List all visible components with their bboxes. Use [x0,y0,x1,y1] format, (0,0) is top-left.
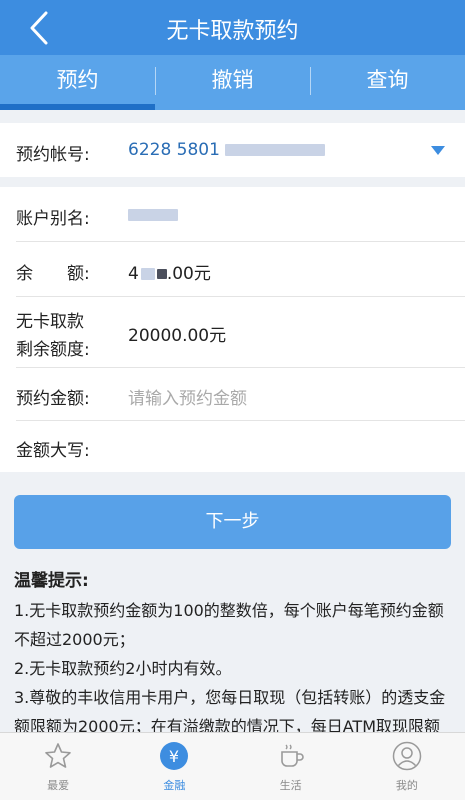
masked-digits [225,144,326,156]
alias-label: 账户别名: [16,209,90,229]
svg-text:¥: ¥ [169,747,179,766]
balance-value: 4 .00元 [128,259,211,284]
cardless-limit-label-2: 剩余额度: [16,340,90,360]
details-card: 账户别名: 余 额: 4 .00元 无卡取款 剩余额度: 20000.00元 预约… [0,187,465,472]
nav-favorites[interactable]: 最爱 [0,733,116,800]
alias-value [128,205,178,225]
cardless-limit-row: 无卡取款 剩余额度: 20000.00元 [0,297,465,367]
nav-label: 生活 [279,779,302,792]
balance-prefix: 4 [128,264,139,284]
amount-input[interactable]: 请输入预约金额 [128,384,247,409]
account-value: 6228 5801 [128,140,326,160]
tab-bar: 预约 撤销 查询 [0,55,465,110]
balance-suffix: .00元 [166,264,211,284]
tip-line-1: 1.无卡取款预约金额为100的整数倍，每个账户每笔预约金额不超过2000元； [14,601,444,649]
cardless-limit-label-1: 无卡取款 [16,312,84,332]
page-title: 无卡取款预约 [166,19,299,44]
alias-row: 账户别名: [0,187,465,241]
nav-label: 金融 [163,779,186,792]
yen-icon: ¥ [160,742,189,770]
nav-life[interactable]: 生活 [233,733,349,800]
nav-mine[interactable]: 我的 [349,733,465,800]
tip-line-2: 2.无卡取款预约2小时内有效。 [14,659,232,678]
coffee-cup-icon [280,744,304,767]
caret-down-icon[interactable] [431,146,445,155]
next-button[interactable]: 下一步 [14,495,451,549]
title-bar: 无卡取款预约 [0,0,465,55]
user-icon [392,741,422,771]
star-icon [45,743,71,768]
amount-row: 预约金额: 请输入预约金额 [0,368,465,420]
cardless-limit-value: 20000.00元 [128,326,227,346]
account-card: 预约帐号: 6228 5801 [0,123,465,177]
masked-balance [140,268,155,280]
balance-label: 余 额: [16,264,90,284]
tab-reserve[interactable]: 预约 [0,55,155,110]
account-number: 6228 5801 [128,140,220,160]
amount-label: 预约金额: [16,389,90,409]
amount-upper-label: 金额大写: [16,441,90,461]
bottom-nav: 最爱 ¥ 金融 生活 我的 [0,732,465,800]
account-label: 预约帐号: [16,145,90,165]
balance-row: 余 额: 4 .00元 [0,242,465,296]
tips-title: 温馨提示: [14,571,89,591]
tips-section: 温馨提示: 1.无卡取款预约金额为100的整数倍，每个账户每笔预约金额不超过20… [14,567,456,741]
nav-finance[interactable]: ¥ 金融 [116,733,232,800]
tab-query[interactable]: 查询 [310,55,465,110]
nav-label: 我的 [395,779,418,792]
amount-upper-row: 金额大写: [0,421,465,472]
masked-alias [128,209,178,221]
account-select[interactable]: 预约帐号: 6228 5801 [0,123,465,177]
nav-label: 最爱 [47,779,70,792]
tab-cancel[interactable]: 撤销 [155,55,310,110]
masked-balance-dark [156,269,167,279]
